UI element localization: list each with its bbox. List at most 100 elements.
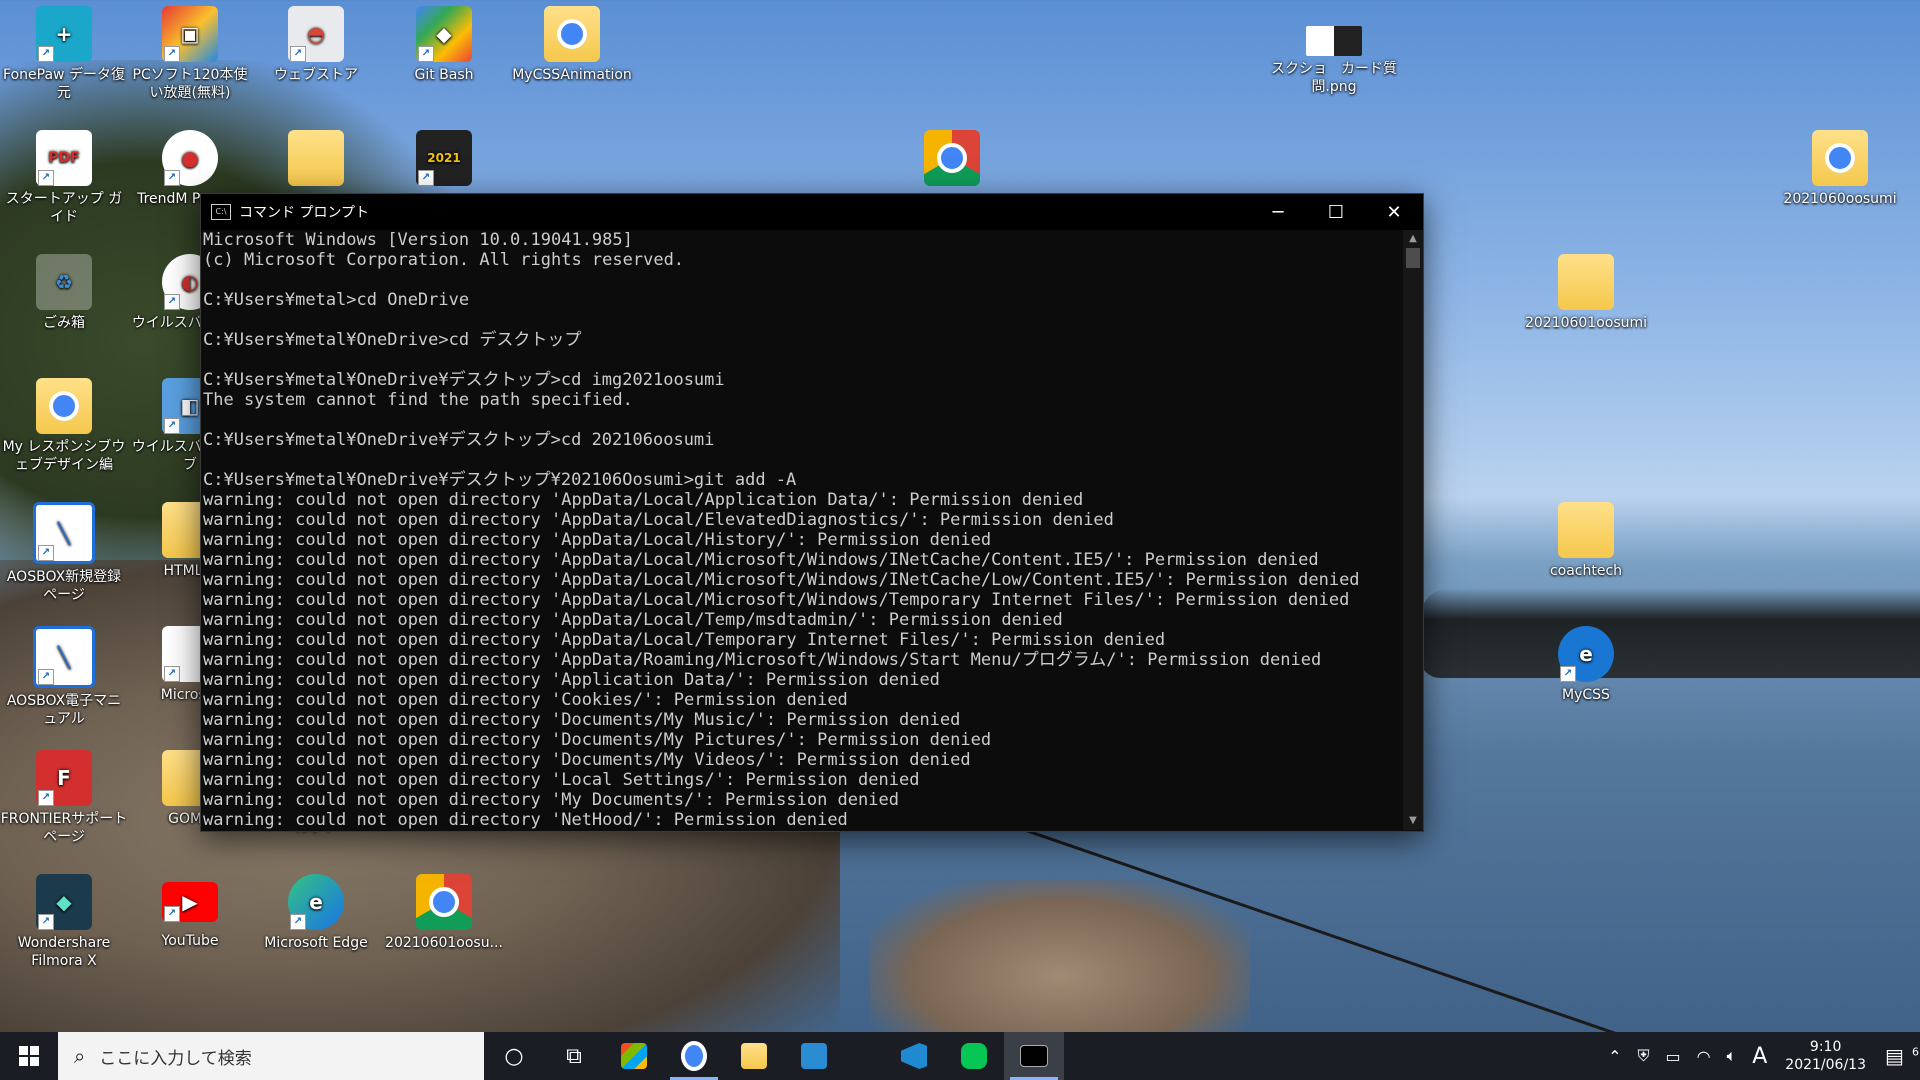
maximize-button[interactable]: ☐ xyxy=(1307,194,1365,230)
task-view-icon: ⧉ xyxy=(566,1043,582,1069)
mail-icon xyxy=(801,1043,827,1069)
desktop-icon-youtube[interactable]: ▶ ↗ YouTube xyxy=(126,868,254,950)
desktop-icon-label: 20210601oosu... xyxy=(385,935,503,951)
search-icon: ⌕ xyxy=(74,1044,86,1068)
folder-chrome-icon xyxy=(36,378,92,434)
console-line: warning: could not open directory 'Cooki… xyxy=(203,690,848,710)
trend-password-icon: ● ↗ xyxy=(162,130,218,186)
edge-icon: e ↗ xyxy=(1558,626,1614,682)
desktop-icon-filmora[interactable]: ◆ ↗ Wondershare Filmora X xyxy=(0,868,128,970)
desktop-icon-screenshot-png[interactable]: スクショ カード質問.png xyxy=(1270,20,1398,96)
movie-icon: 2021 ↗ xyxy=(416,130,472,186)
volume-icon[interactable]: 🔈︎ xyxy=(1727,1046,1737,1066)
wifi-icon[interactable]: ◠ xyxy=(1697,1047,1711,1066)
ime-indicator[interactable]: A xyxy=(1752,1044,1767,1069)
folder-chrome-icon xyxy=(1812,130,1868,186)
chevron-up-icon[interactable]: ⌃ xyxy=(1608,1047,1621,1066)
desktop-icon-label: MyCSS xyxy=(1562,687,1610,703)
taskbar-chrome[interactable] xyxy=(664,1032,724,1080)
console-line: warning: could not open directory 'Docum… xyxy=(203,730,992,750)
folder-icon xyxy=(741,1043,767,1069)
webstore-icon: ◓ ↗ xyxy=(288,6,344,62)
desktop-icon-my-responsive[interactable]: My レスポンシブウェブデザイン編 xyxy=(0,372,128,474)
scroll-down-icon[interactable]: ▼ xyxy=(1403,812,1423,830)
gitbash-icon: ◆ ↗ xyxy=(416,6,472,62)
taskbar: ⌕ ここに入力して検索 ○ ⧉ ⌃ ⛨ ▭ ◠ 🔈︎ A 9:10 2021/0… xyxy=(0,1032,1920,1080)
taskbar-mail[interactable] xyxy=(784,1032,844,1080)
scroll-up-icon[interactable]: ▲ xyxy=(1403,230,1423,248)
clock-date: 2021/06/13 xyxy=(1785,1057,1866,1073)
console-line: warning: could not open directory 'My Do… xyxy=(203,790,899,810)
task-view-button[interactable]: ⧉ xyxy=(544,1032,604,1080)
image-file-icon xyxy=(1306,26,1362,56)
security-icon[interactable]: ⛨ xyxy=(1638,1046,1650,1066)
console-line: warning: could not open directory 'AppDa… xyxy=(203,490,1084,510)
wallpaper-breakwater xyxy=(1420,588,1920,678)
console-line: warning: could not open directory 'AppDa… xyxy=(203,510,1114,530)
desktop-icon-pcsoft[interactable]: ▣ ↗ PCソフト120本使い放題(無料) xyxy=(126,0,254,102)
battery-icon[interactable]: ▭ xyxy=(1666,1047,1681,1066)
search-placeholder: ここに入力して検索 xyxy=(99,1048,252,1069)
cortana-icon: ○ xyxy=(504,1043,524,1069)
taskbar-store[interactable] xyxy=(604,1032,664,1080)
desktop-icon-20210601oosumi[interactable]: 20210601oosumi xyxy=(1522,248,1650,332)
desktop-icon-aosbox-manual[interactable]: ╲ ↗ AOSBOX電子マニュアル xyxy=(0,620,128,728)
desktop-icon-label: coachtech xyxy=(1549,563,1623,579)
console-line: warning: could not open directory 'AppDa… xyxy=(203,630,1166,650)
aosbox-icon: ╲ ↗ xyxy=(33,502,95,564)
close-button[interactable]: ✕ xyxy=(1365,194,1423,230)
wallpaper-rock-front xyxy=(870,880,1250,1040)
desktop-icon-label: Git Bash xyxy=(414,67,474,83)
clock[interactable]: 9:10 2021/06/13 xyxy=(1785,1038,1866,1074)
taskbar-explorer[interactable] xyxy=(724,1032,784,1080)
desktop-icon-recycle-bin[interactable]: ♻ ごみ箱 xyxy=(0,248,128,332)
cmd-icon xyxy=(1020,1045,1048,1067)
desktop-icon-gitbash[interactable]: ◆ ↗ Git Bash xyxy=(380,0,508,84)
desktop-icon-edge[interactable]: e ↗ Microsoft Edge xyxy=(252,868,380,952)
aosbox-icon: ╲ ↗ xyxy=(33,626,95,688)
taskbar-search-box[interactable]: ⌕ ここに入力して検索 xyxy=(58,1032,484,1080)
frontier-icon: F ↗ xyxy=(36,750,92,806)
desktop-icon-mycss[interactable]: e ↗ MyCSS xyxy=(1522,620,1650,704)
console-line: warning: could not open directory 'AppDa… xyxy=(203,650,1322,670)
folder-chrome-icon xyxy=(544,6,600,62)
desktop-icon-filmora-2021[interactable]: 2021 ↗ xyxy=(380,124,508,190)
desktop-icon-fonepaw[interactable]: + ↗ FonePaw データ復元 xyxy=(0,0,128,102)
desktop-icon-startup-guide[interactable]: PDF ↗ スタートアップ ガイド xyxy=(0,124,128,226)
desktop-icon-label: Wondershare Filmora X xyxy=(17,935,111,969)
notifications-button[interactable]: ▤ 6 xyxy=(1876,1044,1920,1068)
console-line: C:¥Users¥metal>cd OneDrive xyxy=(203,290,470,310)
desktop-icon-20210601oosu[interactable]: 20210601oosu... xyxy=(380,868,508,952)
desktop-icon-frontier[interactable]: F ↗ FRONTIERサポートページ xyxy=(0,744,128,846)
desktop-icon-chrome[interactable] xyxy=(888,124,1016,190)
vertical-scrollbar[interactable]: ▲ ▼ xyxy=(1403,230,1423,830)
desktop-icon-label: 2021060oosumi xyxy=(1783,191,1897,207)
scrollbar-thumb[interactable] xyxy=(1406,248,1420,268)
start-button[interactable] xyxy=(0,1032,58,1080)
desktop-icon-2021060oosumi[interactable]: 2021060oosumi xyxy=(1776,124,1904,208)
desktop-icon-label: スクショ カード質問.png xyxy=(1271,61,1397,95)
console-line: warning: could not open directory 'Docum… xyxy=(203,750,971,770)
taskbar-line[interactable] xyxy=(944,1032,1004,1080)
minimize-button[interactable]: ─ xyxy=(1249,194,1307,230)
console-line: The system cannot find the path specifie… xyxy=(203,390,633,410)
desktop-icon-label: YouTube xyxy=(161,933,219,949)
desktop-icon-webstore[interactable]: ◓ ↗ ウェブストア xyxy=(252,0,380,84)
console-line: C:¥Users¥metal¥OneDrive¥デスクトップ>cd 202106… xyxy=(203,430,715,450)
desktop-icon-aosbox-register[interactable]: ╲ ↗ AOSBOX新規登録ページ xyxy=(0,496,128,604)
command-prompt-window[interactable]: C:\ コマンド プロンプト ─ ☐ ✕ Microsoft Windows [… xyxy=(200,193,1424,832)
console-line: warning: could not open directory 'Docum… xyxy=(203,710,961,730)
desktop-icon-folder[interactable] xyxy=(252,124,380,190)
desktop-icon-mycssanimation[interactable]: MyCSSAnimation xyxy=(508,0,636,84)
console-line: warning: could not open directory 'AppDa… xyxy=(203,530,992,550)
cmd-titlebar[interactable]: C:\ コマンド プロンプト ─ ☐ ✕ xyxy=(201,194,1423,230)
desktop-icon-coachtech[interactable]: coachtech xyxy=(1522,496,1650,580)
taskbar-vscode[interactable] xyxy=(884,1032,944,1080)
cortana-button[interactable]: ○ xyxy=(484,1032,544,1080)
console-output[interactable]: Microsoft Windows [Version 10.0.19041.98… xyxy=(201,230,1403,830)
taskbar-cmd[interactable] xyxy=(1004,1032,1064,1080)
